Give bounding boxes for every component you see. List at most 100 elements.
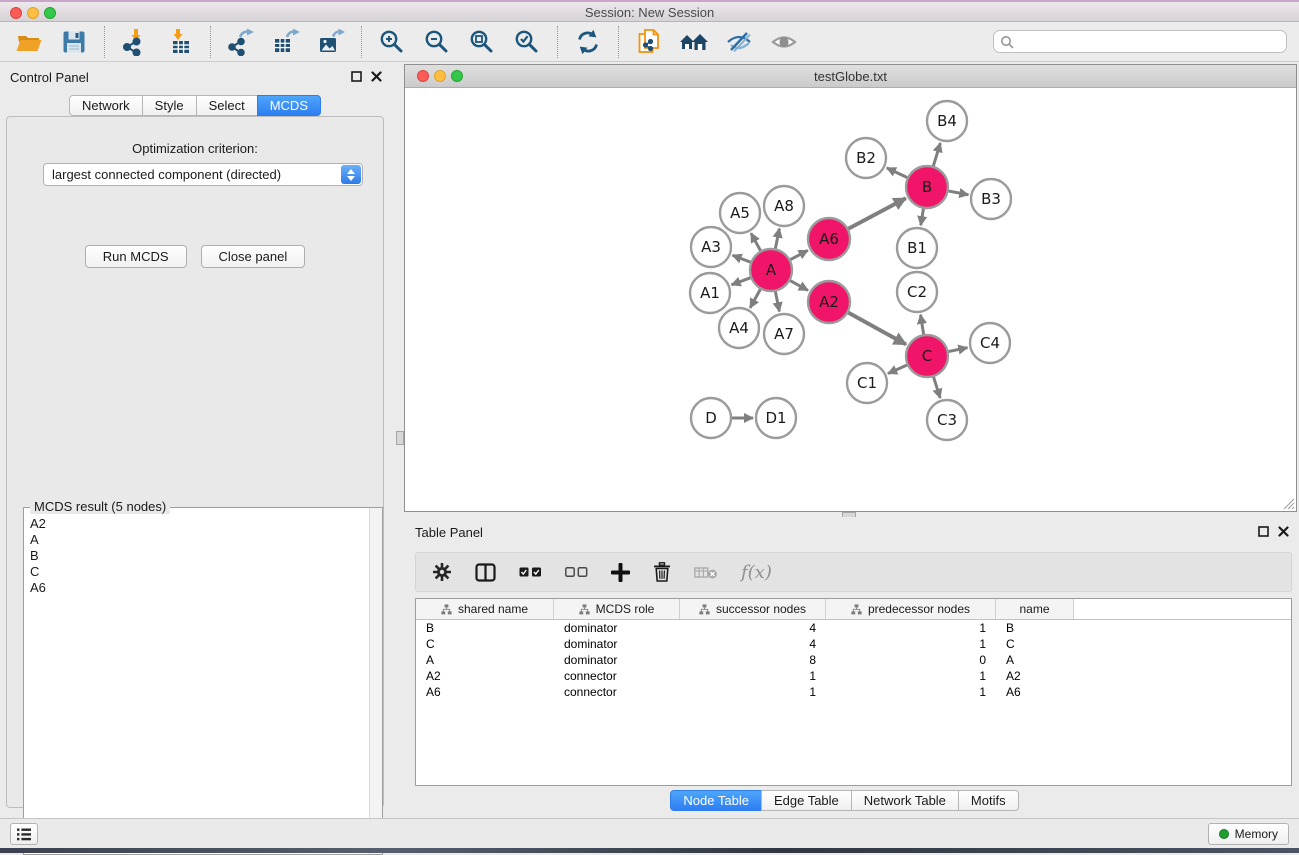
vertical-split-grip[interactable]: [396, 431, 404, 445]
table-cell[interactable]: dominator: [554, 620, 680, 636]
mcds-result-item[interactable]: A6: [30, 580, 363, 596]
table-cell[interactable]: A2: [996, 668, 1074, 684]
table-cell[interactable]: 4: [680, 620, 826, 636]
mcds-result-item[interactable]: B: [30, 548, 363, 564]
table-row[interactable]: Adominator80A: [416, 652, 1291, 668]
table-cell[interactable]: B: [416, 620, 554, 636]
table-options-gear-button[interactable]: [432, 562, 452, 582]
refresh-button[interactable]: [573, 27, 603, 57]
show-graphics-details-button[interactable]: [769, 27, 799, 57]
table-row[interactable]: Bdominator41B: [416, 620, 1291, 636]
criterion-select[interactable]: largest connected component (directed): [43, 163, 363, 186]
mcds-result-item[interactable]: A2: [30, 516, 363, 532]
graph-edge-A6-B[interactable]: [847, 198, 906, 229]
table-cell[interactable]: A: [416, 652, 554, 668]
table-cell[interactable]: A: [996, 652, 1074, 668]
create-column-plus-button[interactable]: [611, 563, 630, 582]
table-cell[interactable]: A2: [416, 668, 554, 684]
graph-edge-A-A5[interactable]: [751, 233, 761, 252]
column-header-name[interactable]: name: [996, 599, 1074, 619]
zoom-fit-button[interactable]: [467, 27, 497, 57]
table-row[interactable]: Cdominator41C: [416, 636, 1291, 652]
delete-table-button-disabled[interactable]: [694, 565, 718, 580]
mcds-result-scrollbar[interactable]: [369, 508, 382, 854]
show-tasks-button[interactable]: [10, 823, 38, 845]
mcds-result-list[interactable]: A2ABCA6: [24, 510, 369, 854]
network-canvas[interactable]: AA1A2A3A4A5A6A7A8BB1B2B3B4CC1C2C3C4DD1: [405, 89, 1296, 511]
graph-edge-C-C3[interactable]: [933, 375, 940, 398]
tab-network-table[interactable]: Network Table: [851, 790, 959, 811]
export-image-button[interactable]: [316, 27, 346, 57]
close-table-panel-button[interactable]: [1278, 526, 1289, 537]
tab-mcds[interactable]: MCDS: [257, 95, 321, 116]
column-header-successor-nodes[interactable]: successor nodes: [680, 599, 826, 619]
table-cell[interactable]: 4: [680, 636, 826, 652]
graph-edge-B-B2[interactable]: [887, 168, 909, 179]
mcds-result-item[interactable]: C: [30, 564, 363, 580]
graph-edge-A2-C[interactable]: [847, 312, 906, 345]
zoom-out-button[interactable]: [422, 27, 452, 57]
table-cell[interactable]: 0: [826, 652, 996, 668]
table-cell[interactable]: A6: [996, 684, 1074, 700]
zoom-in-button[interactable]: [377, 27, 407, 57]
table-cell[interactable]: A6: [416, 684, 554, 700]
graph-edge-A-A3[interactable]: [732, 255, 752, 263]
table-row[interactable]: A2connector11A2: [416, 668, 1291, 684]
save-session-button[interactable]: [59, 27, 89, 57]
table-row[interactable]: A6connector11A6: [416, 684, 1291, 700]
graph-edge-B-B1[interactable]: [921, 207, 924, 226]
close-panel-button[interactable]: Close panel: [201, 245, 306, 268]
tab-style[interactable]: Style: [142, 95, 197, 116]
network-graph[interactable]: AA1A2A3A4A5A6A7A8BB1B2B3B4CC1C2C3C4DD1: [405, 89, 1296, 511]
run-mcds-button[interactable]: Run MCDS: [85, 245, 187, 268]
table-cell[interactable]: 1: [680, 668, 826, 684]
graph-edge-C-C1[interactable]: [888, 364, 909, 373]
graph-edge-A-A6[interactable]: [789, 250, 808, 260]
graph-edge-B-B4[interactable]: [933, 143, 941, 168]
graph-edge-A-A1[interactable]: [732, 277, 753, 285]
float-table-panel-button[interactable]: [1258, 526, 1269, 537]
table-cell[interactable]: 1: [826, 620, 996, 636]
function-builder-button-disabled[interactable]: f(x): [741, 562, 772, 583]
select-all-checkboxes-button[interactable]: [519, 567, 542, 577]
hide-graphics-details-button[interactable]: [724, 27, 754, 57]
column-header-predecessor-nodes[interactable]: predecessor nodes: [826, 599, 996, 619]
table-cell[interactable]: 1: [826, 684, 996, 700]
open-session-button[interactable]: [14, 27, 44, 57]
zoom-selected-button[interactable]: [512, 27, 542, 57]
export-table-button[interactable]: [271, 27, 301, 57]
mcds-result-item[interactable]: A: [30, 532, 363, 548]
graph-edge-B-B3[interactable]: [947, 191, 969, 195]
unselect-all-checkboxes-button[interactable]: [565, 567, 588, 577]
tab-motifs[interactable]: Motifs: [958, 790, 1019, 811]
table-cell[interactable]: C: [996, 636, 1074, 652]
graph-edge-A-A4[interactable]: [750, 288, 761, 308]
graph-edge-C-C4[interactable]: [947, 348, 968, 352]
table-cell[interactable]: 8: [680, 652, 826, 668]
tab-select[interactable]: Select: [196, 95, 258, 116]
table-cell[interactable]: 1: [826, 668, 996, 684]
table-cell[interactable]: connector: [554, 668, 680, 684]
table-cell[interactable]: 1: [680, 684, 826, 700]
graph-edge-A-A2[interactable]: [789, 280, 808, 291]
tab-edge-table[interactable]: Edge Table: [761, 790, 852, 811]
column-header-shared-name[interactable]: shared name: [416, 599, 554, 619]
import-network-button[interactable]: [120, 27, 150, 57]
graph-edge-A-A8[interactable]: [775, 229, 779, 251]
close-panel-icon-button[interactable]: [371, 71, 382, 82]
graph-edge-A-A7[interactable]: [775, 290, 779, 312]
tab-node-table[interactable]: Node Table: [670, 790, 762, 811]
tab-network[interactable]: Network: [69, 95, 143, 116]
float-panel-button[interactable]: [351, 71, 362, 82]
table-cell[interactable]: connector: [554, 684, 680, 700]
graph-edge-C-C2[interactable]: [921, 315, 924, 337]
import-table-button[interactable]: [165, 27, 195, 57]
delete-columns-trash-button[interactable]: [653, 562, 671, 582]
memory-button[interactable]: Memory: [1208, 823, 1289, 845]
search-input[interactable]: [1019, 33, 1286, 51]
column-header-MCDS-role[interactable]: MCDS role: [554, 599, 680, 619]
network-from-file-button[interactable]: [634, 27, 664, 57]
export-network-button[interactable]: [226, 27, 256, 57]
table-cell[interactable]: B: [996, 620, 1074, 636]
table-cell[interactable]: 1: [826, 636, 996, 652]
